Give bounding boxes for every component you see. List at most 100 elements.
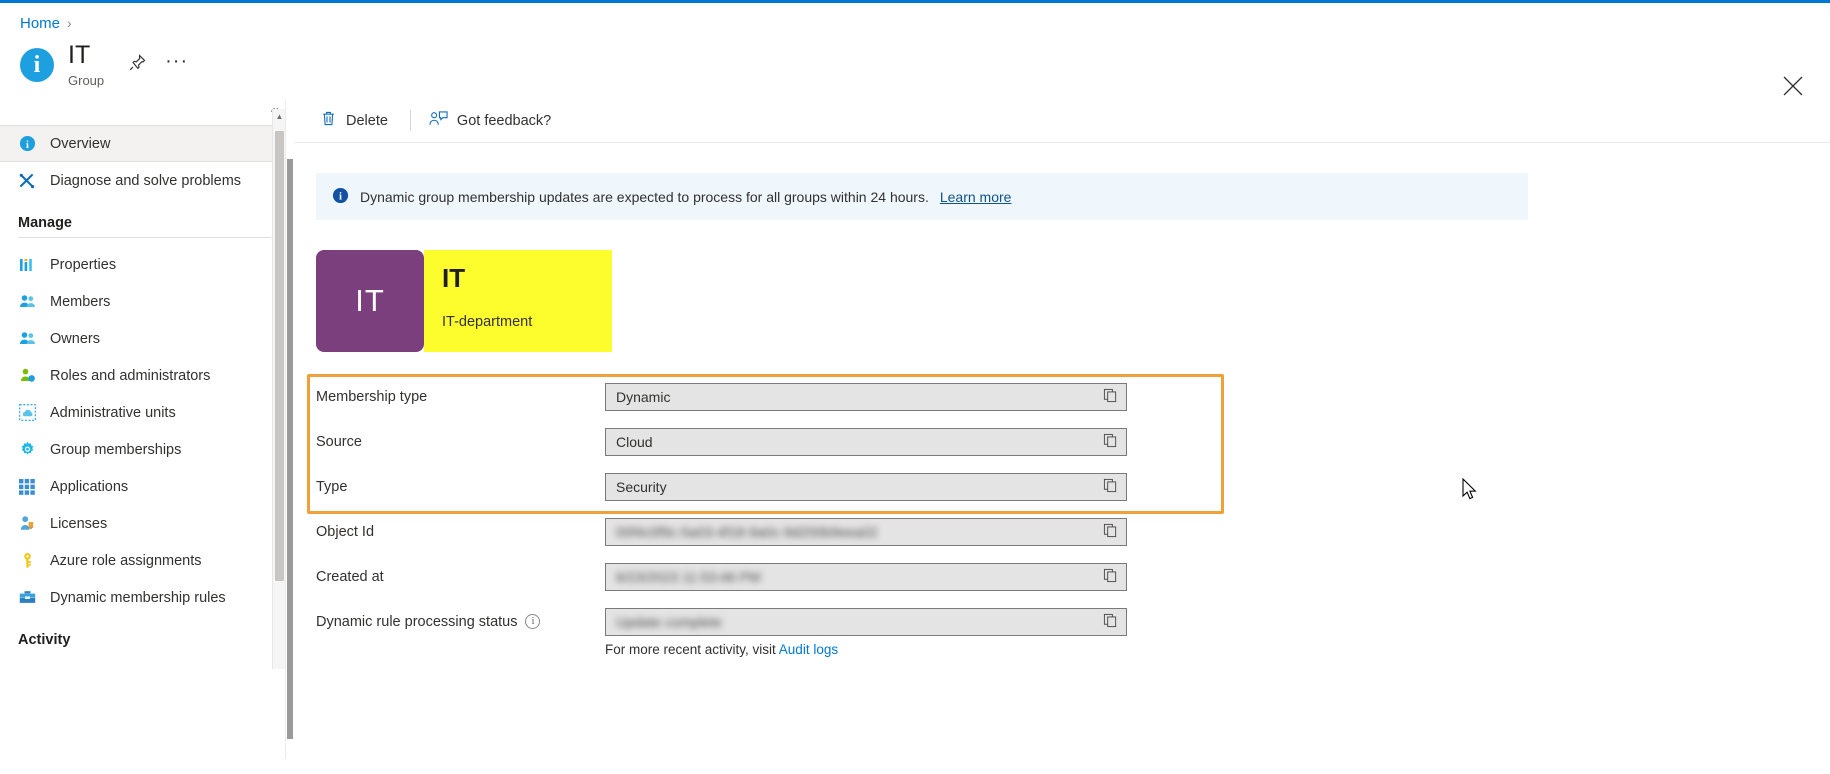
- sidebar-item-label: Licenses: [50, 515, 108, 532]
- sidebar-divider: [18, 237, 271, 238]
- property-value: 00f4c0f9c-5a03-4f18-9a0c-9d200b9eea02: [616, 523, 878, 540]
- property-label: Source: [316, 433, 362, 450]
- sidebar-item-label: Administrative units: [50, 404, 176, 421]
- property-row-type: Type Security: [294, 464, 1830, 509]
- sidebar-item-administrative-units[interactable]: Administrative units: [0, 394, 285, 431]
- sidebar-section-manage: Manage: [18, 215, 72, 231]
- sidebar-item-label: Dynamic membership rules: [50, 589, 226, 606]
- banner-learn-more-link[interactable]: Learn more: [940, 189, 1012, 205]
- svg-text:i: i: [26, 140, 29, 151]
- sidebar-item-label: Applications: [50, 478, 129, 495]
- object-id-field[interactable]: 00f4c0f9c-5a03-4f18-9a0c-9d200b9eea02: [605, 517, 1127, 546]
- copy-icon[interactable]: [1103, 478, 1118, 496]
- page-title: IT: [68, 41, 91, 69]
- group-avatar: IT: [316, 250, 424, 352]
- content-scroll-thumb[interactable]: [287, 159, 293, 739]
- page-subtitle: Group: [68, 73, 105, 88]
- property-value: 6/23/2023 11:53:46 PM: [616, 568, 761, 585]
- property-label: Dynamic rule processing status i: [316, 614, 605, 630]
- audit-log-note: For more recent activity, visit Audit lo…: [294, 642, 1830, 657]
- property-row-object-id: Object Id 00f4c0f9c-5a03-4f18-9a0c-9d200…: [294, 509, 1830, 554]
- banner-info-icon: i: [332, 187, 349, 207]
- property-row-dynamic-rule-processing-status: Dynamic rule processing status i Update …: [294, 599, 1830, 644]
- membership-type-field[interactable]: Dynamic: [605, 382, 1127, 411]
- sidebar-item-members[interactable]: Members: [0, 283, 285, 320]
- close-icon[interactable]: [1780, 73, 1806, 99]
- sidebar-item-label: Group memberships: [50, 441, 182, 458]
- sidebar-item-label: Properties: [50, 256, 117, 273]
- applications-grid-icon: [18, 478, 36, 496]
- sidebar-item-label: Roles and administrators: [50, 367, 211, 384]
- sidebar-item-azure-role-assignments[interactable]: Azure role assignments: [0, 542, 285, 579]
- sidebar-item-label: Owners: [50, 330, 100, 347]
- content-pane: Delete Got feedback? i Dynamic group mem…: [286, 99, 1830, 759]
- trash-icon: [320, 110, 337, 131]
- sidebar-item-label: Diagnose and solve problems: [50, 172, 242, 189]
- copy-icon[interactable]: [1103, 433, 1118, 451]
- delete-label: Delete: [346, 112, 388, 129]
- sidebar-item-diagnose-and-solve-problems[interactable]: Diagnose and solve problems: [0, 162, 285, 199]
- property-label-text: Dynamic rule processing status: [316, 613, 518, 630]
- command-bar: Delete Got feedback?: [294, 99, 1830, 143]
- sidebar-item-licenses[interactable]: Licenses: [0, 505, 285, 542]
- sidebar-scroll-up-icon[interactable]: ▲: [274, 111, 285, 123]
- feedback-person-icon: [429, 110, 448, 132]
- sidebar-item-group-memberships[interactable]: Group memberships: [0, 431, 285, 468]
- owners-people-icon: [18, 330, 36, 348]
- gear-icon: [18, 441, 36, 459]
- svg-text:i: i: [339, 190, 342, 202]
- blade-avatar-icon: i: [20, 48, 54, 82]
- delete-button[interactable]: Delete: [316, 106, 402, 136]
- pin-icon[interactable]: [128, 53, 147, 77]
- properties-bars-icon: [18, 256, 36, 274]
- blade-header: i IT Group ···: [0, 33, 1830, 99]
- info-icon: i: [18, 135, 36, 153]
- property-label: Membership type: [316, 388, 428, 405]
- copy-icon[interactable]: [1103, 568, 1118, 586]
- dynamic-rule-processing-status-field[interactable]: Update complete: [605, 607, 1127, 636]
- source-field[interactable]: Cloud: [605, 427, 1127, 456]
- breadcrumb-separator-icon: ›: [67, 15, 72, 31]
- toolbox-icon: [18, 589, 36, 607]
- banner-text: Dynamic group membership updates are exp…: [360, 188, 929, 205]
- audit-logs-link[interactable]: Audit logs: [779, 642, 838, 657]
- sidebar-item-label: Members: [50, 293, 111, 310]
- sidebar-item-roles-and-administrators[interactable]: Roles and administrators: [0, 357, 285, 394]
- copy-icon[interactable]: [1103, 523, 1118, 541]
- sidebar-item-dynamic-membership-rules[interactable]: Dynamic membership rules: [0, 579, 285, 616]
- sidebar-item-owners[interactable]: Owners: [0, 320, 285, 357]
- type-field[interactable]: Security: [605, 472, 1127, 501]
- breadcrumb: Home ›: [0, 3, 1830, 33]
- property-row-source: Source Cloud: [294, 419, 1830, 464]
- info-banner: i Dynamic group membership updates are e…: [316, 173, 1528, 220]
- sidebar-item-overview[interactable]: i Overview: [0, 125, 285, 162]
- sidebar-item-applications[interactable]: Applications: [0, 468, 285, 505]
- property-value: Security: [616, 478, 667, 495]
- key-icon: [18, 552, 36, 570]
- info-tooltip-icon[interactable]: i: [525, 614, 541, 629]
- sidebar-scroll-thumb[interactable]: [275, 131, 284, 581]
- wrench-screwdriver-icon: [18, 172, 36, 190]
- sidebar-item-label: Azure role assignments: [50, 552, 202, 569]
- group-description: IT-department: [442, 314, 533, 330]
- group-identity-tile: IT IT IT-department: [316, 250, 612, 352]
- property-row-created-at: Created at 6/23/2023 11:53:46 PM: [294, 554, 1830, 599]
- sidebar-item-properties[interactable]: Properties: [0, 246, 285, 283]
- more-options-button[interactable]: ···: [165, 51, 188, 74]
- roles-person-icon: [18, 367, 36, 385]
- sidebar-scrollbar[interactable]: ▲: [272, 109, 285, 669]
- copy-icon[interactable]: [1103, 388, 1118, 406]
- property-value: Dynamic: [616, 388, 671, 405]
- group-name: IT: [442, 263, 466, 293]
- got-feedback-button[interactable]: Got feedback?: [425, 106, 565, 136]
- toolbar-separator: [409, 110, 411, 131]
- content-scrollbar[interactable]: [286, 99, 294, 759]
- breadcrumb-home-link[interactable]: Home: [20, 15, 60, 32]
- property-label: Created at: [316, 568, 384, 585]
- property-label: Type: [316, 478, 348, 495]
- audit-note-text: For more recent activity, visit: [605, 642, 779, 657]
- property-row-membership-type: Membership type Dynamic: [294, 374, 1830, 419]
- copy-icon[interactable]: [1103, 613, 1118, 631]
- administrative-units-icon: [18, 404, 36, 422]
- created-at-field[interactable]: 6/23/2023 11:53:46 PM: [605, 562, 1127, 591]
